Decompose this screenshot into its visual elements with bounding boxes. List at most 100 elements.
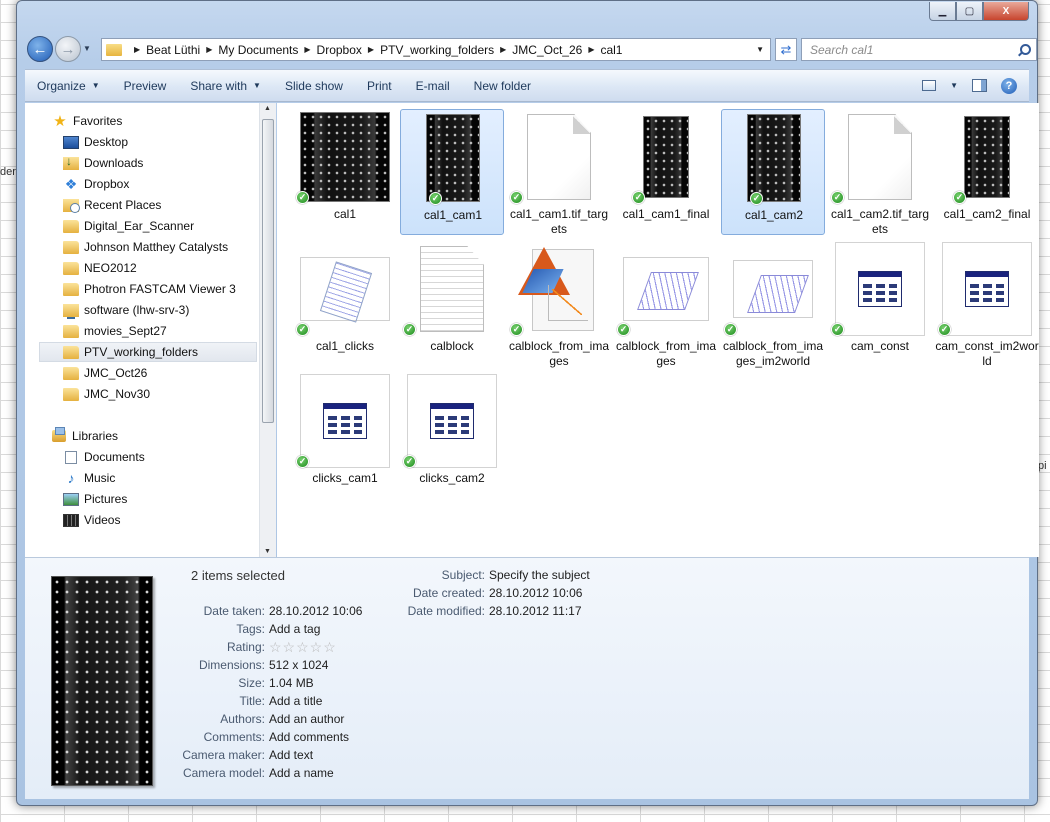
nav-item-software[interactable]: software (lhw-srv-3) xyxy=(63,300,189,320)
file-item-cal1-clicks[interactable]: ✓ cal1_clicks xyxy=(293,241,397,367)
file-item-clicks-cam2[interactable]: ✓ clicks_cam2 xyxy=(400,373,504,499)
nav-item-photron[interactable]: Photron FASTCAM Viewer 3 xyxy=(63,279,236,299)
print-button[interactable]: Print xyxy=(355,79,404,93)
nav-item-movies-sept27[interactable]: movies_Sept27 xyxy=(63,321,167,341)
breadcrumb-jmc-oct-26[interactable]: JMC_Oct_26 xyxy=(512,43,582,57)
search-box[interactable] xyxy=(801,38,1037,61)
nav-item-dropbox[interactable]: ❖ Dropbox xyxy=(63,174,130,194)
folder-icon xyxy=(63,387,79,401)
breadcrumb-cal1[interactable]: cal1 xyxy=(600,43,622,57)
file-item-cal1-cam1-tif-targets[interactable]: ✓ cal1_cam1.tif_targets xyxy=(507,109,611,236)
forward-button[interactable]: → xyxy=(55,36,81,62)
nav-item-digital-ear-scanner[interactable]: Digital_Ear_Scanner xyxy=(63,216,194,236)
nav-item-recent-places[interactable]: Recent Places xyxy=(63,195,161,215)
share-with-menu[interactable]: Share with ▼ xyxy=(178,79,273,93)
close-button[interactable]: X xyxy=(983,2,1029,21)
address-bar[interactable]: ▶ Beat Lüthi ▶ My Documents ▶ Dropbox ▶ … xyxy=(101,38,771,61)
change-view-icon[interactable] xyxy=(922,80,937,91)
new-folder-button[interactable]: New folder xyxy=(462,79,543,93)
nav-item-label: Documents xyxy=(84,450,145,464)
file-item-cal1-cam1[interactable]: ✓ cal1_cam1 xyxy=(400,109,504,235)
prop-value: 512 x 1024 xyxy=(269,658,329,672)
camera-maker-field[interactable]: Add text xyxy=(269,748,313,762)
recent-pages-dropdown-icon[interactable]: ▼ xyxy=(83,44,91,53)
search-icon[interactable] xyxy=(1018,43,1031,56)
folder-icon xyxy=(63,219,79,233)
file-item-cal1-cam2-final[interactable]: ✓ cal1_cam2_final xyxy=(935,109,1039,235)
breadcrumb-separator-icon[interactable]: ▶ xyxy=(304,45,310,54)
nav-item-desktop[interactable]: Desktop xyxy=(63,132,128,152)
slide-show-button[interactable]: Slide show xyxy=(273,79,355,93)
camera-model-field[interactable]: Add a name xyxy=(269,766,334,780)
file-name: cal1_cam1_final xyxy=(622,207,710,221)
breadcrumb-separator-icon[interactable]: ▶ xyxy=(368,45,374,54)
rating-stars[interactable]: ☆☆☆☆☆ xyxy=(269,639,337,656)
preview-button[interactable]: Preview xyxy=(112,79,179,93)
image-thumbnail xyxy=(964,116,1010,198)
prop-label: Date modified: xyxy=(407,604,485,618)
sync-ok-icon: ✓ xyxy=(831,191,844,204)
file-name: calblock_from_images xyxy=(508,339,610,368)
nav-item-neo2012[interactable]: NEO2012 xyxy=(63,258,137,278)
file-item-cam-const[interactable]: ✓ cam_const xyxy=(828,241,932,367)
nav-item-jmc-oct26[interactable]: JMC_Oct26 xyxy=(63,363,147,383)
nav-item-johnson-matthey[interactable]: Johnson Matthey Catalysts xyxy=(63,237,228,257)
nav-libraries-header[interactable]: Libraries xyxy=(52,426,118,446)
help-icon[interactable]: ? xyxy=(1001,77,1017,94)
address-dropdown-icon[interactable]: ▼ xyxy=(756,45,764,54)
navigation-scrollbar[interactable]: ▲ ▼ xyxy=(259,103,276,557)
file-item-cal1-cam2-tif-targets[interactable]: ✓ cal1_cam2.tif_targets xyxy=(828,109,932,236)
prop-label: Authors: xyxy=(220,712,265,726)
breadcrumb-user[interactable]: Beat Lüthi xyxy=(146,43,200,57)
breadcrumb-separator-icon[interactable]: ▶ xyxy=(500,45,506,54)
organize-menu[interactable]: Organize ▼ xyxy=(25,79,112,93)
subject-field[interactable]: Specify the subject xyxy=(489,568,590,582)
scroll-down-icon[interactable]: ▼ xyxy=(264,548,271,555)
view-options-chevron-icon[interactable]: ▼ xyxy=(950,81,958,90)
table-icon xyxy=(323,403,367,439)
authors-field[interactable]: Add an author xyxy=(269,712,344,726)
sync-ok-icon: ✓ xyxy=(953,191,966,204)
breadcrumb-separator-icon[interactable]: ▶ xyxy=(206,45,212,54)
scrollbar-thumb[interactable] xyxy=(262,119,274,423)
nav-item-jmc-nov30[interactable]: JMC_Nov30 xyxy=(63,384,150,404)
breadcrumb-ptv-working-folders[interactable]: PTV_working_folders xyxy=(380,43,494,57)
nav-item-label: Videos xyxy=(84,513,121,527)
nav-item-pictures[interactable]: Pictures xyxy=(63,489,127,509)
nav-item-documents[interactable]: Documents xyxy=(63,447,145,467)
nav-item-music[interactable]: ♪ Music xyxy=(63,468,116,488)
file-item-clicks-cam1[interactable]: ✓ clicks_cam1 xyxy=(293,373,397,499)
scroll-up-icon[interactable]: ▲ xyxy=(264,105,271,112)
breadcrumb-dropbox[interactable]: Dropbox xyxy=(317,43,362,57)
prop-value[interactable]: 28.10.2012 10:06 xyxy=(269,604,362,618)
minimize-button[interactable]: ▁ xyxy=(929,2,956,21)
tags-field[interactable]: Add a tag xyxy=(269,622,320,636)
file-item-cal1-cam1-final[interactable]: ✓ cal1_cam1_final xyxy=(614,109,718,235)
prop-label: Tags: xyxy=(236,622,265,636)
explorer-window: ▁ ▢ X ← → ▼ ▶ Beat Lüthi ▶ My Documents … xyxy=(16,0,1039,806)
back-button[interactable]: ← xyxy=(27,36,53,62)
file-item-cam-const-im2world[interactable]: ✓ cam_const_im2world xyxy=(935,241,1039,368)
breadcrumb-separator-icon[interactable]: ▶ xyxy=(134,45,140,54)
nav-item-label: Dropbox xyxy=(84,177,130,191)
comments-field[interactable]: Add comments xyxy=(269,730,349,744)
breadcrumb-my-documents[interactable]: My Documents xyxy=(218,43,298,57)
preview-pane-icon[interactable] xyxy=(972,79,987,92)
nav-favorites-header[interactable]: ★ Favorites xyxy=(52,111,122,131)
file-item-calblock-from-images-fig[interactable]: ✓ calblock_from_images xyxy=(507,241,611,368)
file-item-calblock[interactable]: ✓ calblock xyxy=(400,241,504,367)
title-field[interactable]: Add a title xyxy=(269,694,322,708)
file-item-calblock-from-images-plot[interactable]: ✓ calblock_from_images xyxy=(614,241,718,368)
search-input[interactable] xyxy=(808,41,1008,58)
maximize-button[interactable]: ▢ xyxy=(956,2,983,21)
nav-item-ptv-working-folders[interactable]: PTV_working_folders xyxy=(39,342,257,362)
sync-ok-icon: ✓ xyxy=(510,323,523,336)
file-item-calblock-from-images-im2world[interactable]: ✓ calblock_from_images_im2world xyxy=(721,241,825,368)
email-button[interactable]: E-mail xyxy=(404,79,462,93)
file-item-cal1-cam2[interactable]: ✓ cal1_cam2 xyxy=(721,109,825,235)
refresh-button[interactable]: ⇄ xyxy=(775,38,797,61)
file-item-cal1[interactable]: ✓ cal1 xyxy=(293,109,397,235)
nav-item-videos[interactable]: Videos xyxy=(63,510,120,530)
nav-item-downloads[interactable]: Downloads xyxy=(63,153,143,173)
breadcrumb-separator-icon[interactable]: ▶ xyxy=(588,45,594,54)
